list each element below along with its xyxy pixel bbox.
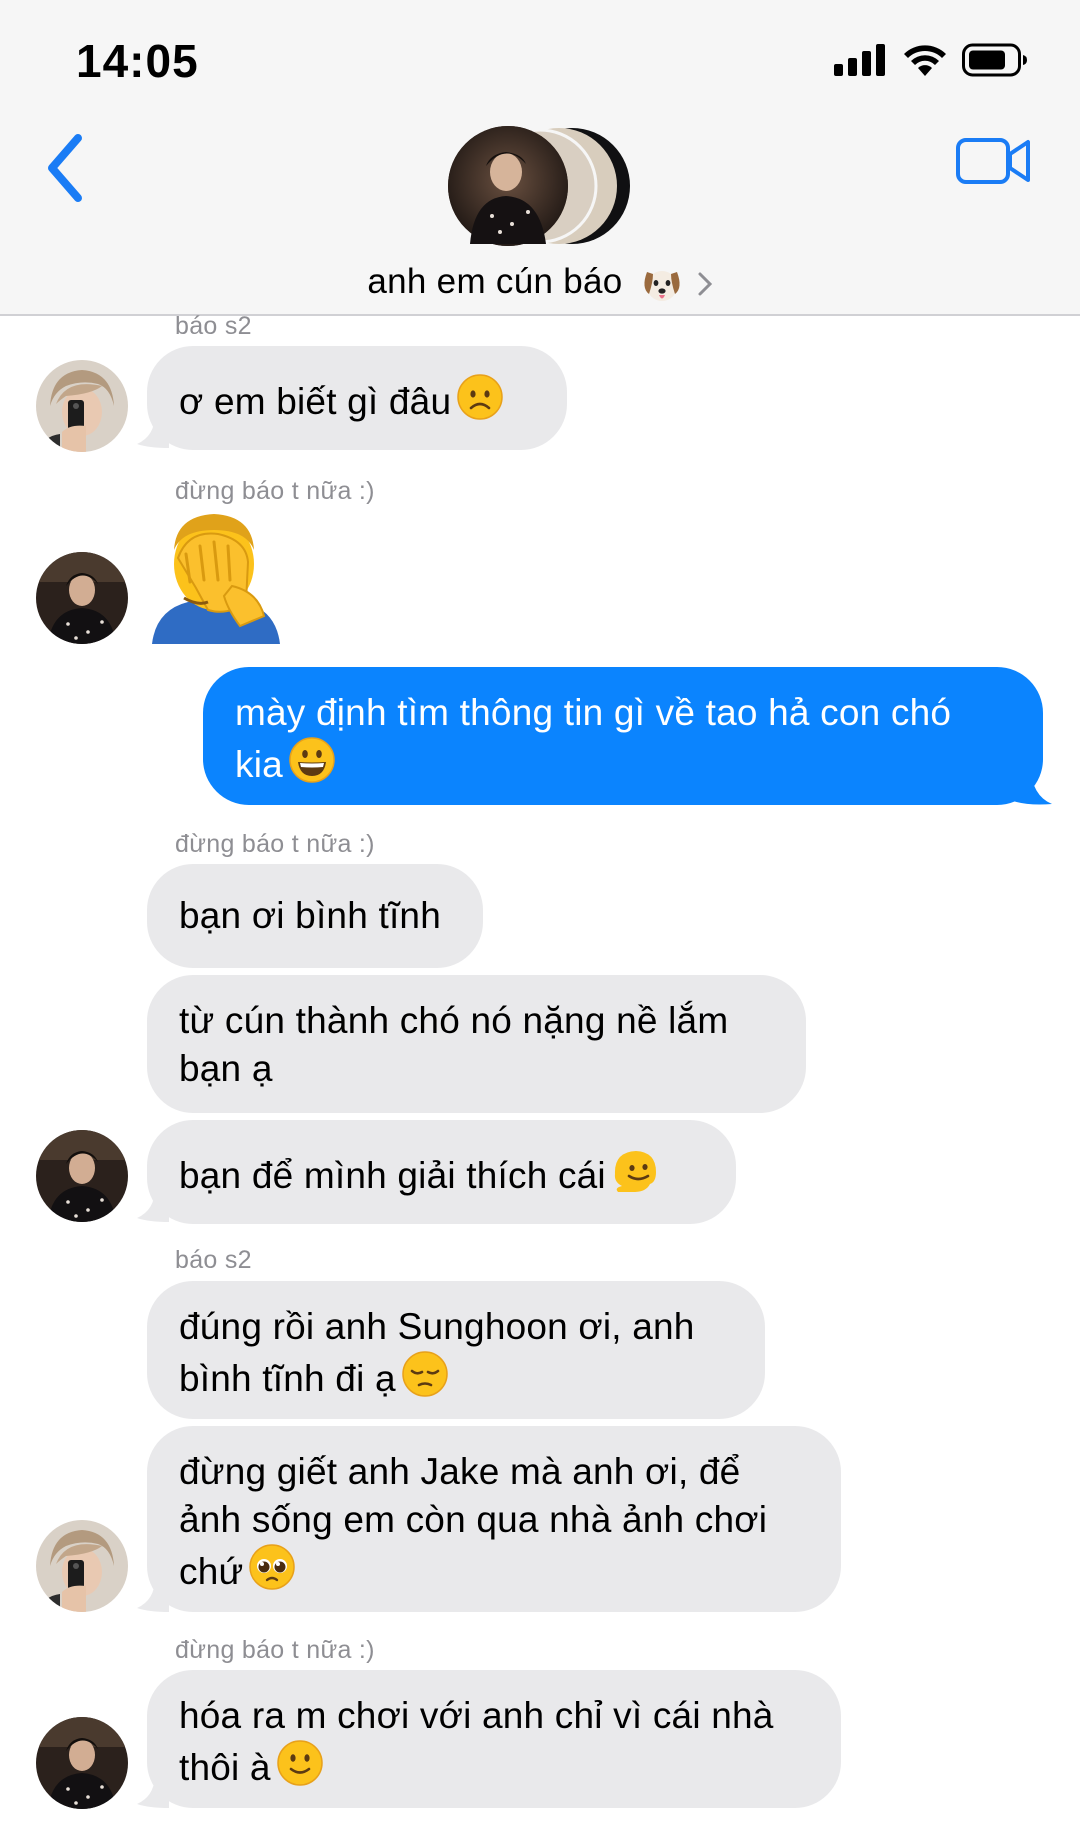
sender-name: báo s2 <box>175 1246 252 1274</box>
message-text: mày định tìm thông tin gì về tao hả con … <box>235 692 952 733</box>
message-text: từ cún thành chó nó nặng nề lắm <box>179 1000 729 1041</box>
battery-icon <box>962 43 1027 77</box>
message-text: ơ em biết gì đâu <box>179 381 452 422</box>
message-bubble-incoming[interactable]: bạn để mình giải thích cái <box>147 1120 736 1224</box>
message-text-line: kia <box>235 737 1011 789</box>
facepalm-emoji <box>152 514 280 644</box>
message-text: bạn để mình giải thích cái <box>179 1155 606 1196</box>
avatar[interactable] <box>36 1717 128 1809</box>
message-bubble-incoming[interactable]: bạn ơi bình tĩnh <box>147 864 483 968</box>
message-bubble-incoming[interactable]: ơ em biết gì đâu <box>147 346 567 450</box>
group-avatar-stack[interactable] <box>448 124 632 248</box>
message-text: kia <box>235 744 283 785</box>
message-bubble-incoming[interactable]: từ cún thành chó nó nặng nề lắm bạn ạ <box>147 975 806 1113</box>
slightly-smiling-emoji <box>276 1740 323 1786</box>
message-bubble-outgoing[interactable]: mày định tìm thông tin gì về tao hả con … <box>203 667 1043 805</box>
message-text: thôi à <box>179 1747 271 1788</box>
message-bubble-incoming[interactable]: hóa ra m chơi với anh chỉ vì cái nhà thô… <box>147 1670 841 1808</box>
frowning-emoji <box>457 374 503 420</box>
avatar[interactable] <box>36 552 128 644</box>
back-chevron-icon[interactable] <box>40 128 100 208</box>
pleading-emoji <box>249 1544 296 1590</box>
message-text: đừng giết anh Jake mà anh ơi, để <box>179 1451 741 1492</box>
sender-name: đừng báo t nữa :) <box>175 1636 375 1664</box>
message-text: ảnh sống em còn qua nhà ảnh chơi <box>179 1499 768 1540</box>
message-bubble-incoming[interactable]: đúng rồi anh Sunghoon ơi, anh bình tĩnh … <box>147 1281 765 1419</box>
message-text: bình tĩnh đi ạ <box>179 1358 396 1399</box>
dog-emoji-icon <box>644 270 680 301</box>
melting-emoji <box>614 1151 656 1192</box>
message-text: bạn ạ <box>179 1048 273 1089</box>
message-bubble-incoming[interactable]: đừng giết anh Jake mà anh ơi, để ảnh sốn… <box>147 1426 841 1612</box>
message-text: bạn ơi bình tĩnh <box>179 895 441 936</box>
status-icons <box>834 40 1028 80</box>
message-text: hóa ra m chơi với anh chỉ vì cái nhà <box>179 1695 774 1736</box>
wifi-icon <box>904 45 946 76</box>
grinning-emoji <box>289 737 335 783</box>
message-text-line: bình tĩnh đi ạ <box>179 1351 733 1403</box>
message-text-line: thôi à <box>179 1740 809 1792</box>
sender-name: đừng báo t nữa :) <box>175 477 375 505</box>
avatar[interactable] <box>36 360 128 452</box>
message-text: đúng rồi anh Sunghoon ơi, anh <box>179 1306 695 1347</box>
message-text-line: chứ <box>179 1544 809 1596</box>
chat-header: 14:05 anh em cún báo <box>0 0 1080 316</box>
chat-name: anh em cún báo <box>367 262 623 301</box>
sender-name: báo s2 <box>175 312 252 340</box>
message-text: chứ <box>179 1551 244 1592</box>
pensive-emoji <box>402 1351 448 1397</box>
signal-icon <box>834 44 885 76</box>
status-time: 14:05 <box>76 35 199 87</box>
video-call-icon[interactable] <box>956 136 1032 186</box>
chat-name-row[interactable]: anh em cún báo <box>0 262 1080 304</box>
chevron-right-icon <box>698 272 712 296</box>
avatar[interactable] <box>36 1520 128 1612</box>
sender-name: đừng báo t nữa :) <box>175 830 375 858</box>
avatar[interactable] <box>36 1130 128 1222</box>
